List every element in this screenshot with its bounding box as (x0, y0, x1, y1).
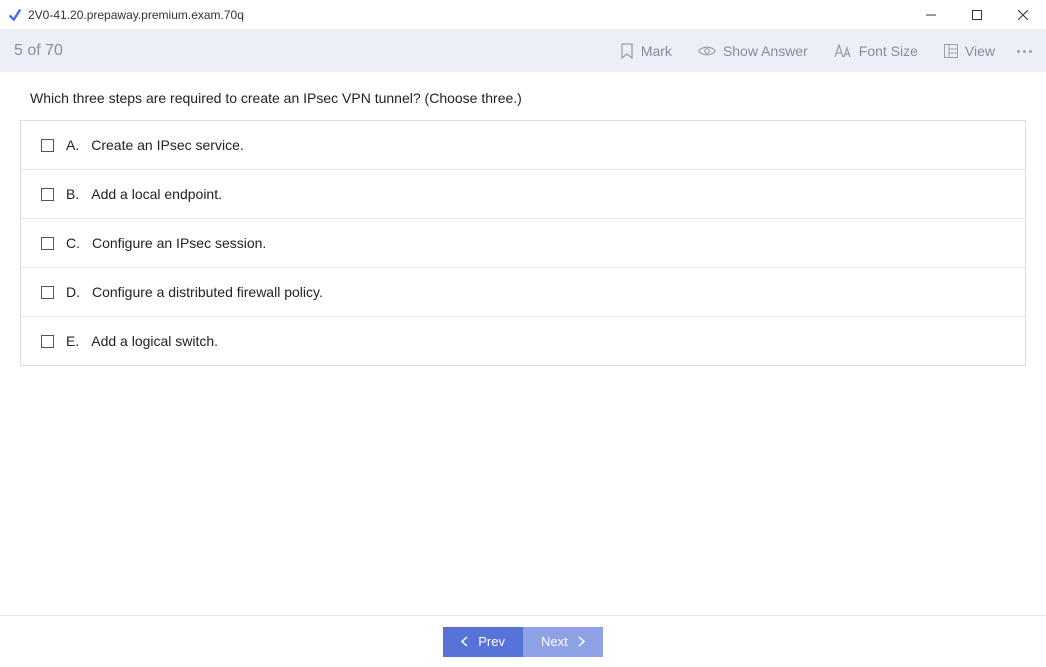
eye-icon (698, 45, 716, 57)
bookmark-icon (620, 43, 634, 59)
main-toolbar: 5 of 70 Mark Show Answer Font Size View (0, 30, 1046, 72)
window-titlebar: 2V0-41.20.prepaway.premium.exam.70q (0, 0, 1046, 30)
choices-list: A. Create an IPsec service. B. Add a loc… (20, 120, 1026, 366)
app-logo-icon (8, 8, 22, 22)
choice-letter: E. (66, 333, 79, 349)
font-size-label: Font Size (859, 43, 918, 59)
show-answer-button[interactable]: Show Answer (698, 43, 808, 59)
window-title: 2V0-41.20.prepaway.premium.exam.70q (28, 8, 908, 22)
checkbox-icon[interactable] (41, 335, 54, 348)
question-text: Which three steps are required to create… (0, 72, 1046, 120)
chevron-right-icon (578, 636, 585, 647)
next-label: Next (541, 634, 568, 649)
window-close-button[interactable] (1000, 0, 1046, 30)
checkbox-icon[interactable] (41, 139, 54, 152)
window-minimize-button[interactable] (908, 0, 954, 30)
choice-c[interactable]: C. Configure an IPsec session. (21, 218, 1025, 267)
font-size-button[interactable]: Font Size (834, 43, 918, 59)
choice-a[interactable]: A. Create an IPsec service. (21, 121, 1025, 169)
choice-text: Add a logical switch. (91, 333, 218, 349)
choice-letter: A. (66, 137, 79, 153)
choice-e[interactable]: E. Add a logical switch. (21, 316, 1025, 365)
show-answer-label: Show Answer (723, 43, 808, 59)
choice-text: Add a local endpoint. (91, 186, 222, 202)
mark-button[interactable]: Mark (620, 43, 672, 59)
prev-button[interactable]: Prev (443, 627, 523, 657)
choice-text: Create an IPsec service. (91, 137, 244, 153)
view-button[interactable]: View (944, 43, 995, 59)
choice-letter: D. (66, 284, 80, 300)
checkbox-icon[interactable] (41, 237, 54, 250)
prev-label: Prev (478, 634, 505, 649)
navigation-bar: Prev Next (0, 615, 1046, 667)
view-layout-icon (944, 44, 958, 58)
checkbox-icon[interactable] (41, 188, 54, 201)
more-options-button[interactable] (1017, 50, 1032, 53)
choice-b[interactable]: B. Add a local endpoint. (21, 169, 1025, 218)
mark-label: Mark (641, 43, 672, 59)
window-maximize-button[interactable] (954, 0, 1000, 30)
font-size-icon (834, 44, 852, 58)
choice-letter: C. (66, 235, 80, 251)
chevron-left-icon (461, 636, 468, 647)
choice-d[interactable]: D. Configure a distributed firewall poli… (21, 267, 1025, 316)
next-button[interactable]: Next (523, 627, 603, 657)
progress-indicator: 5 of 70 (14, 42, 63, 60)
question-area[interactable]: Which three steps are required to create… (0, 72, 1046, 667)
choice-text: Configure a distributed firewall policy. (92, 284, 323, 300)
view-label: View (965, 43, 995, 59)
choice-letter: B. (66, 186, 79, 202)
checkbox-icon[interactable] (41, 286, 54, 299)
window-controls (908, 0, 1046, 29)
choice-text: Configure an IPsec session. (92, 235, 266, 251)
